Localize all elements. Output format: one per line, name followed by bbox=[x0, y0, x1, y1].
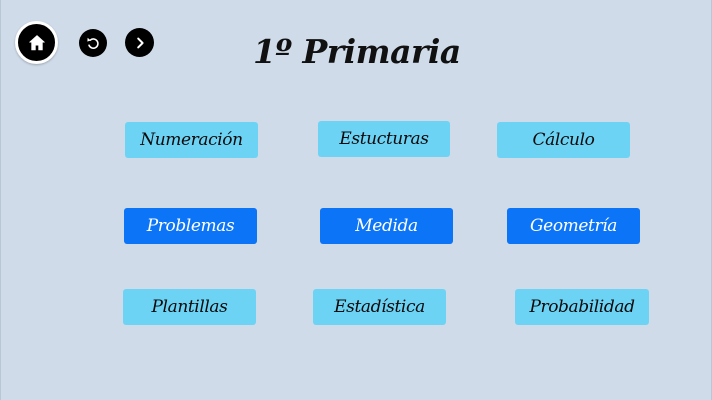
app-screen: 1º Primaria Numeración Estucturas Cálcul… bbox=[0, 0, 712, 400]
estructuras-button[interactable]: Estucturas bbox=[318, 121, 450, 157]
chevron-right-icon bbox=[136, 37, 144, 48]
back-button[interactable] bbox=[79, 29, 107, 57]
page-title: 1º Primaria bbox=[253, 32, 461, 71]
probabilidad-button[interactable]: Probabilidad bbox=[515, 289, 649, 325]
home-icon bbox=[28, 34, 45, 50]
numeracion-button[interactable]: Numeración bbox=[125, 122, 258, 158]
undo-icon bbox=[87, 37, 99, 49]
medida-button[interactable]: Medida bbox=[320, 208, 453, 244]
home-button[interactable] bbox=[15, 21, 58, 64]
calculo-button[interactable]: Cálculo bbox=[497, 122, 630, 158]
geometria-button[interactable]: Geometría bbox=[507, 208, 640, 244]
forward-button[interactable] bbox=[125, 28, 154, 57]
plantillas-button[interactable]: Plantillas bbox=[123, 289, 256, 325]
estadistica-button[interactable]: Estadística bbox=[313, 289, 446, 325]
problemas-button[interactable]: Problemas bbox=[124, 208, 257, 244]
